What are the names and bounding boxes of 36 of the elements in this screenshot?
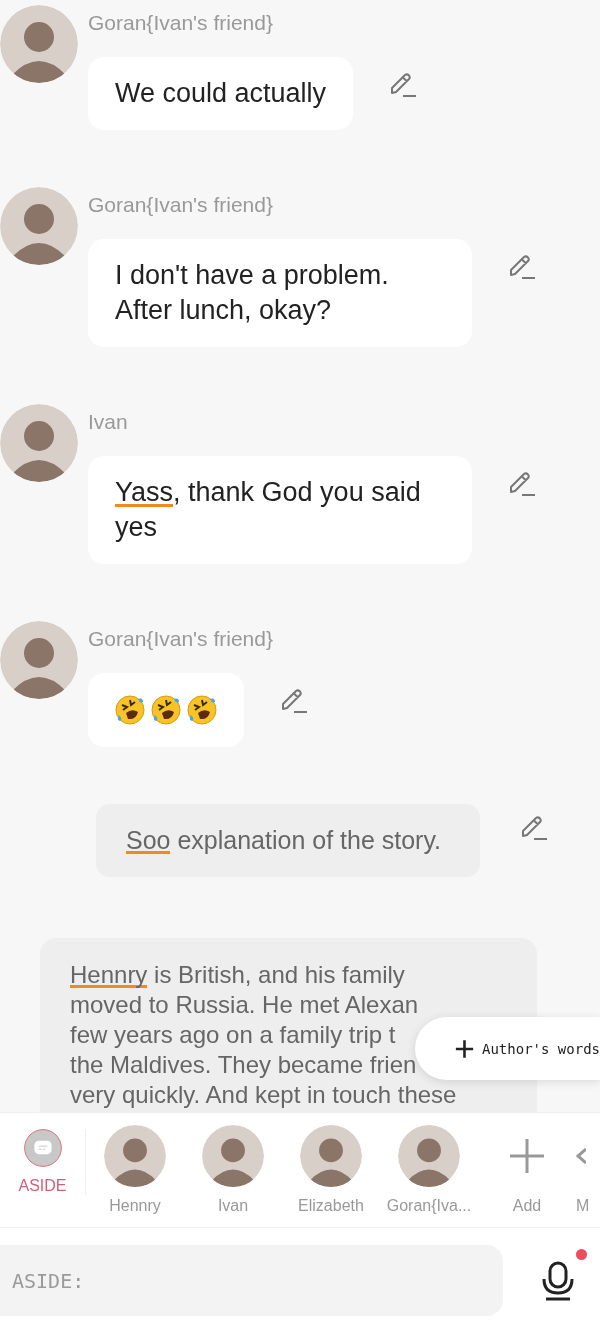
avatar-icon bbox=[0, 404, 78, 482]
message-input[interactable]: ASIDE: bbox=[0, 1245, 503, 1316]
edit-icon[interactable] bbox=[520, 816, 548, 842]
character-chip[interactable]: M bbox=[576, 1113, 600, 1227]
character-chip[interactable]: Add bbox=[478, 1113, 576, 1227]
aside-bubble: Soo explanation of the story. bbox=[96, 804, 480, 877]
edit-icon[interactable] bbox=[389, 73, 418, 99]
avatar-icon bbox=[300, 1125, 362, 1187]
sender-name: Goran{Ivan's friend} bbox=[88, 11, 274, 36]
plus-icon bbox=[455, 1037, 474, 1060]
message-bubble: We could actually bbox=[88, 57, 354, 130]
sender-name: Goran{Ivan's friend} bbox=[88, 627, 274, 652]
avatar-icon bbox=[0, 621, 78, 699]
sender-name: Goran{Ivan's friend} bbox=[88, 193, 274, 218]
sender-name: Ivan bbox=[88, 410, 129, 435]
more-icon bbox=[576, 1148, 586, 1164]
character-chip[interactable]: ASIDE bbox=[0, 1129, 86, 1195]
character-chip[interactable]: Goran{Iva... bbox=[380, 1113, 478, 1227]
laughing-emoji-icon bbox=[114, 694, 146, 726]
edit-icon[interactable] bbox=[508, 255, 536, 281]
character-chip[interactable]: Hennry bbox=[86, 1113, 184, 1227]
avatar-icon bbox=[0, 5, 78, 83]
laughing-emoji-icon bbox=[186, 694, 218, 726]
message-bubble: I don't have a problem. After lunch, okay? bbox=[88, 239, 472, 347]
edit-icon[interactable] bbox=[508, 472, 536, 498]
message-bubble: Yass, thank God you said yes bbox=[88, 456, 472, 564]
avatar-icon bbox=[104, 1125, 166, 1187]
microphone-icon[interactable] bbox=[541, 1260, 575, 1301]
laughing-emoji-icon bbox=[150, 694, 182, 726]
character-chip[interactable]: Ivan bbox=[184, 1113, 282, 1227]
author-words-button[interactable]: Author's words bbox=[415, 1017, 600, 1080]
avatar-icon bbox=[0, 187, 78, 265]
edit-icon[interactable] bbox=[280, 689, 308, 715]
character-chip[interactable]: Elizabeth bbox=[282, 1113, 380, 1227]
avatar-icon bbox=[202, 1125, 264, 1187]
avatar-icon bbox=[398, 1125, 460, 1187]
